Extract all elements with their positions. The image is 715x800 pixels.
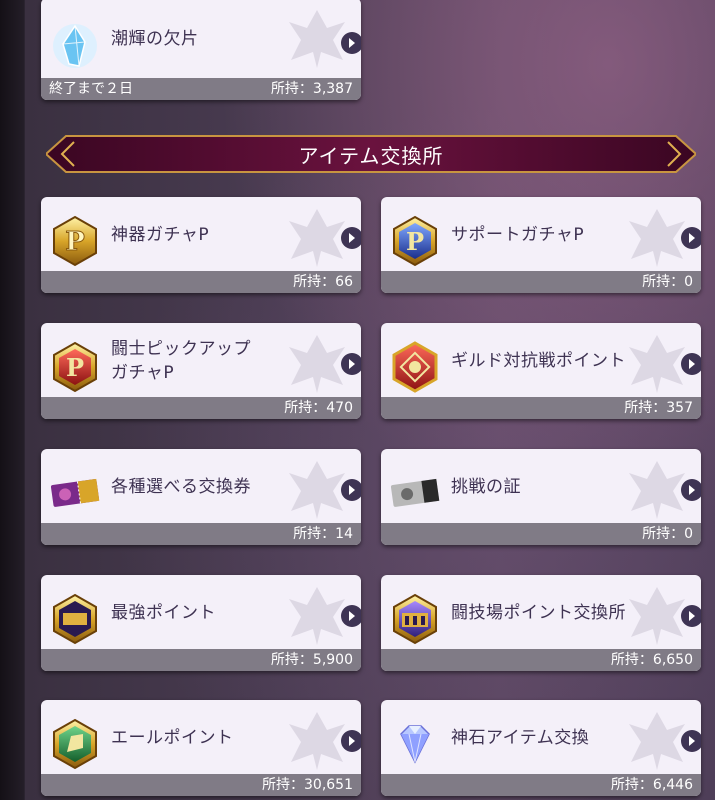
held-count: 所持：357 xyxy=(624,400,693,416)
item-footer: 所持：0 xyxy=(381,271,701,293)
item-footer: 所持：14 xyxy=(41,523,361,545)
section-title: アイテム交換所 xyxy=(298,143,444,168)
chevron-right-icon[interactable] xyxy=(341,227,361,249)
section-banner: アイテム交換所 xyxy=(46,134,696,174)
crystal-shard-icon xyxy=(53,24,97,68)
held-count: 所持：6,650 xyxy=(610,652,693,668)
red-p-medal-icon: P xyxy=(53,341,97,393)
held-count: 所持：14 xyxy=(293,526,353,542)
chevron-right-icon[interactable] xyxy=(341,479,361,501)
svg-text:P: P xyxy=(65,227,85,257)
colosseum-medal-icon xyxy=(393,593,437,645)
chevron-right-icon[interactable] xyxy=(681,605,701,627)
item-footer: 所持：5,900 xyxy=(41,649,361,671)
item-name: サポートガチャP xyxy=(451,224,585,245)
item-card-divine-stone-exchange[interactable]: 神石アイテム交換 所持：6,446 xyxy=(381,700,701,796)
item-name: 闘士ピックアップ ガチャP xyxy=(111,338,251,383)
chevron-right-icon[interactable] xyxy=(681,227,701,249)
item-footer: 所持：0 xyxy=(381,523,701,545)
item-footer: 所持：357 xyxy=(381,397,701,419)
silver-ticket-icon xyxy=(390,478,440,507)
item-footer: 所持：6,650 xyxy=(381,649,701,671)
item-name: 潮輝の欠片 xyxy=(111,29,199,49)
svg-text:P: P xyxy=(66,353,84,382)
gold-p-medal-icon: P xyxy=(53,215,97,267)
item-card-proof-of-challenge[interactable]: 挑戦の証 所持：0 xyxy=(381,449,701,545)
item-name: エールポイント xyxy=(111,727,234,748)
strongest-medal-icon xyxy=(53,593,97,645)
item-name: 神石アイテム交換 xyxy=(451,727,590,748)
item-name: 挑戦の証 xyxy=(451,476,521,497)
held-count: 所持：66 xyxy=(293,274,353,290)
held-count: 所持：5,900 xyxy=(270,652,353,668)
item-name: 最強ポイント xyxy=(111,602,216,623)
item-card-guild-battle-points[interactable]: ギルド対抗戦ポイント 所持：357 xyxy=(381,323,701,419)
held-count: 所持：30,651 xyxy=(262,777,353,793)
diamond-icon xyxy=(400,725,430,764)
item-name: 神器ガチャP xyxy=(111,224,210,245)
item-footer: 終了まで２日 所持：3,387 xyxy=(41,78,361,100)
item-name: ギルド対抗戦ポイント xyxy=(451,350,626,371)
held-count: 所持：470 xyxy=(284,400,353,416)
item-card-fighter-pickup-gacha[interactable]: P 闘士ピックアップ ガチャP 所持：470 xyxy=(41,323,361,419)
chevron-right-icon[interactable] xyxy=(341,353,361,375)
chevron-right-icon[interactable] xyxy=(681,730,701,752)
chevron-right-icon[interactable] xyxy=(681,353,701,375)
chevron-right-icon[interactable] xyxy=(681,479,701,501)
chevron-right-icon[interactable] xyxy=(341,730,361,752)
item-card-selectable-ticket[interactable]: 各種選べる交換券 所持：14 xyxy=(41,449,361,545)
held-count: 所持：0 xyxy=(642,274,693,290)
ticket-icon xyxy=(50,478,100,507)
item-footer: 所持：30,651 xyxy=(41,774,361,796)
held-count: 所持：6,446 xyxy=(610,777,693,793)
svg-text:P: P xyxy=(406,227,424,256)
end-timer: 終了まで２日 xyxy=(49,81,133,97)
item-card-shard[interactable]: 潮輝の欠片 終了まで２日 所持：3,387 xyxy=(41,0,361,100)
item-name: 闘技場ポイント交換所 xyxy=(451,602,626,623)
item-card-strongest-points[interactable]: 最強ポイント 所持：5,900 xyxy=(41,575,361,671)
cheer-medal-icon xyxy=(53,718,97,770)
left-frame-edge xyxy=(0,0,24,800)
chevron-right-icon[interactable] xyxy=(341,32,361,54)
guild-crest-icon xyxy=(392,341,438,393)
item-name: 各種選べる交換券 xyxy=(111,476,251,497)
item-card-support-gacha[interactable]: P サポートガチャP 所持：0 xyxy=(381,197,701,293)
item-footer: 所持：6,446 xyxy=(381,774,701,796)
chevron-right-icon[interactable] xyxy=(341,605,361,627)
held-count: 所持：0 xyxy=(642,526,693,542)
item-card-arena-point-exchange[interactable]: 闘技場ポイント交換所 所持：6,650 xyxy=(381,575,701,671)
held-count: 所持：3,387 xyxy=(270,81,353,97)
blue-p-medal-icon: P xyxy=(393,215,437,267)
item-card-cheer-points[interactable]: エールポイント 所持：30,651 xyxy=(41,700,361,796)
item-footer: 所持：66 xyxy=(41,271,361,293)
item-footer: 所持：470 xyxy=(41,397,361,419)
item-card-divine-gacha[interactable]: P 神器ガチャP 所持：66 xyxy=(41,197,361,293)
